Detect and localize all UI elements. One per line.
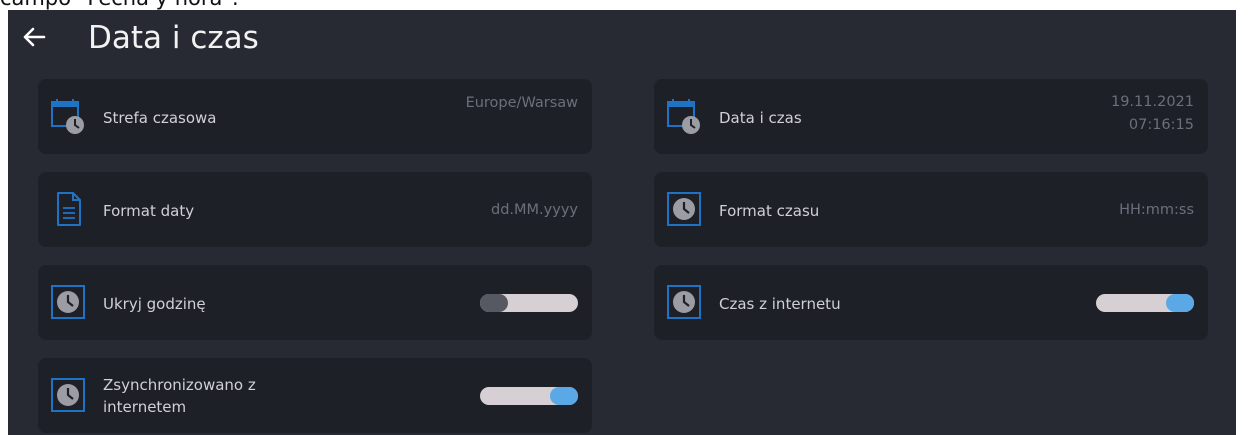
clock-icon: [667, 192, 701, 226]
toggle-knob: [550, 387, 578, 405]
page-caption: campo "Fecha y hora".: [0, 0, 239, 10]
setting-synchronized[interactable]: Zsynchronizowano z internetem: [38, 358, 592, 433]
internet-time-toggle[interactable]: [1096, 294, 1194, 312]
calendar-clock-icon: [667, 99, 700, 134]
clock-icon: [667, 285, 701, 319]
page-title: Data i czas: [88, 20, 259, 56]
header: Data i czas: [8, 10, 1236, 70]
setting-label: Format daty: [103, 202, 195, 220]
setting-label: Format czasu: [719, 202, 820, 220]
arrow-left-icon: [23, 27, 46, 47]
setting-internet-time[interactable]: Czas z internetu: [654, 265, 1208, 340]
setting-label: Czas z internetu: [719, 295, 841, 313]
setting-label: Strefa czasowa: [103, 109, 217, 127]
toggle-knob: [1166, 294, 1194, 312]
setting-date-and-time[interactable]: Data i czas 19.11.2021 07:16:15: [654, 79, 1208, 154]
setting-label-line1: Zsynchronizowano z: [103, 376, 256, 394]
clock-icon: [51, 285, 85, 319]
clock-icon: [51, 378, 85, 412]
setting-value: dd.MM.yyyy: [491, 202, 578, 218]
toggle-knob: [480, 294, 508, 312]
setting-label-line2: internetem: [103, 398, 187, 416]
setting-hide-time[interactable]: Ukryj godzinę: [38, 265, 592, 340]
document-icon: [57, 192, 81, 226]
setting-value-time: 07:16:15: [1128, 117, 1194, 133]
setting-label: Ukryj godzinę: [103, 295, 206, 313]
synchronized-toggle[interactable]: [480, 387, 578, 405]
date-time-screen: Data i czas Strefa czasowa Europe/Warsaw…: [8, 10, 1236, 435]
calendar-clock-icon: [51, 99, 84, 134]
setting-value-date: 19.11.2021: [1110, 94, 1194, 110]
setting-label: Data i czas: [719, 109, 802, 127]
setting-date-format[interactable]: Format daty dd.MM.yyyy: [38, 172, 592, 247]
setting-time-zone[interactable]: Strefa czasowa Europe/Warsaw: [38, 79, 592, 154]
setting-time-format[interactable]: Format czasu HH:mm:ss: [654, 172, 1208, 247]
setting-value: HH:mm:ss: [1119, 202, 1194, 218]
hide-time-toggle[interactable]: [480, 294, 578, 312]
setting-value: Europe/Warsaw: [465, 95, 578, 111]
back-button[interactable]: [18, 21, 50, 53]
